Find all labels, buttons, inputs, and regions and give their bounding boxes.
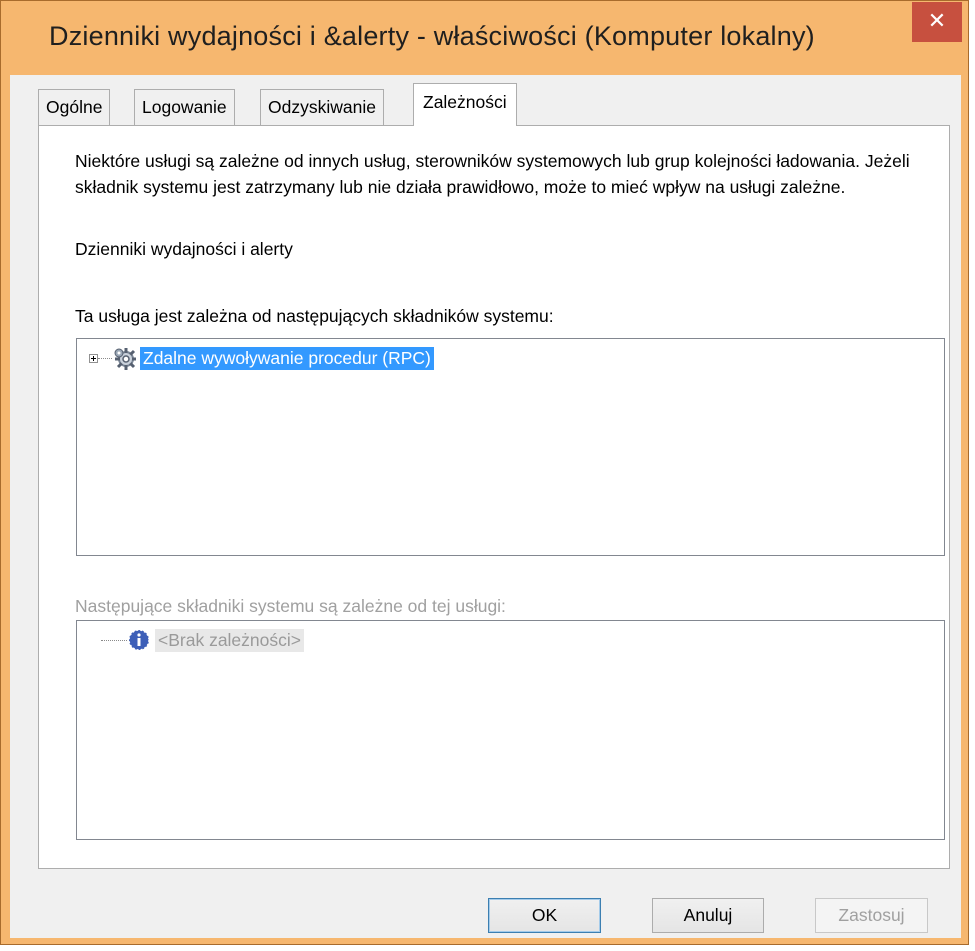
tree-node-no-dependencies[interactable]: <Brak zależności> [89,625,304,655]
service-gear-icon [114,348,136,370]
tab-recovery[interactable]: Odzyskiwanie [260,89,384,125]
tree-node-label: Zdalne wywoływanie procedur (RPC) [140,346,434,370]
window-title: Dzienniki wydajności i &alerty - właściw… [49,21,815,51]
tree-connector [98,357,112,359]
apply-button[interactable]: Zastosuj [815,898,928,933]
close-button[interactable]: ✕ [912,2,962,42]
tree-connector [101,639,127,641]
depends-on-tree[interactable]: Zdalne wywoływanie procedur (RPC) [76,338,945,556]
tree-node-rpc[interactable]: Zdalne wywoływanie procedur (RPC) [89,343,434,373]
tab-dependencies[interactable]: Zależności [413,83,517,126]
properties-dialog: Dzienniki wydajności i &alerty - właściw… [0,0,969,945]
dependents-tree[interactable]: <Brak zależności> [76,620,945,840]
ok-button[interactable]: OK [488,898,601,933]
expand-icon[interactable] [89,353,98,363]
dependencies-panel: Niektóre usługi są zależne od innych usł… [38,125,950,869]
info-icon [128,629,150,651]
dialog-client-area: Ogólne Logowanie Odzyskiwanie Zależności… [10,75,961,938]
depends-on-label: Ta usługa jest zależna od następujących … [75,306,554,326]
cancel-button[interactable]: Anuluj [652,898,764,933]
close-icon: ✕ [927,9,947,34]
dependencies-description: Niektóre usługi są zależne od innych usł… [75,151,910,197]
tab-general[interactable]: Ogólne [38,89,111,125]
tab-logon[interactable]: Logowanie [134,89,235,125]
tree-node-label: <Brak zależności> [155,628,304,652]
dependents-label: Następujące składniki systemu są zależne… [75,596,506,616]
service-name: Dzienniki wydajności i alerty [75,239,293,259]
